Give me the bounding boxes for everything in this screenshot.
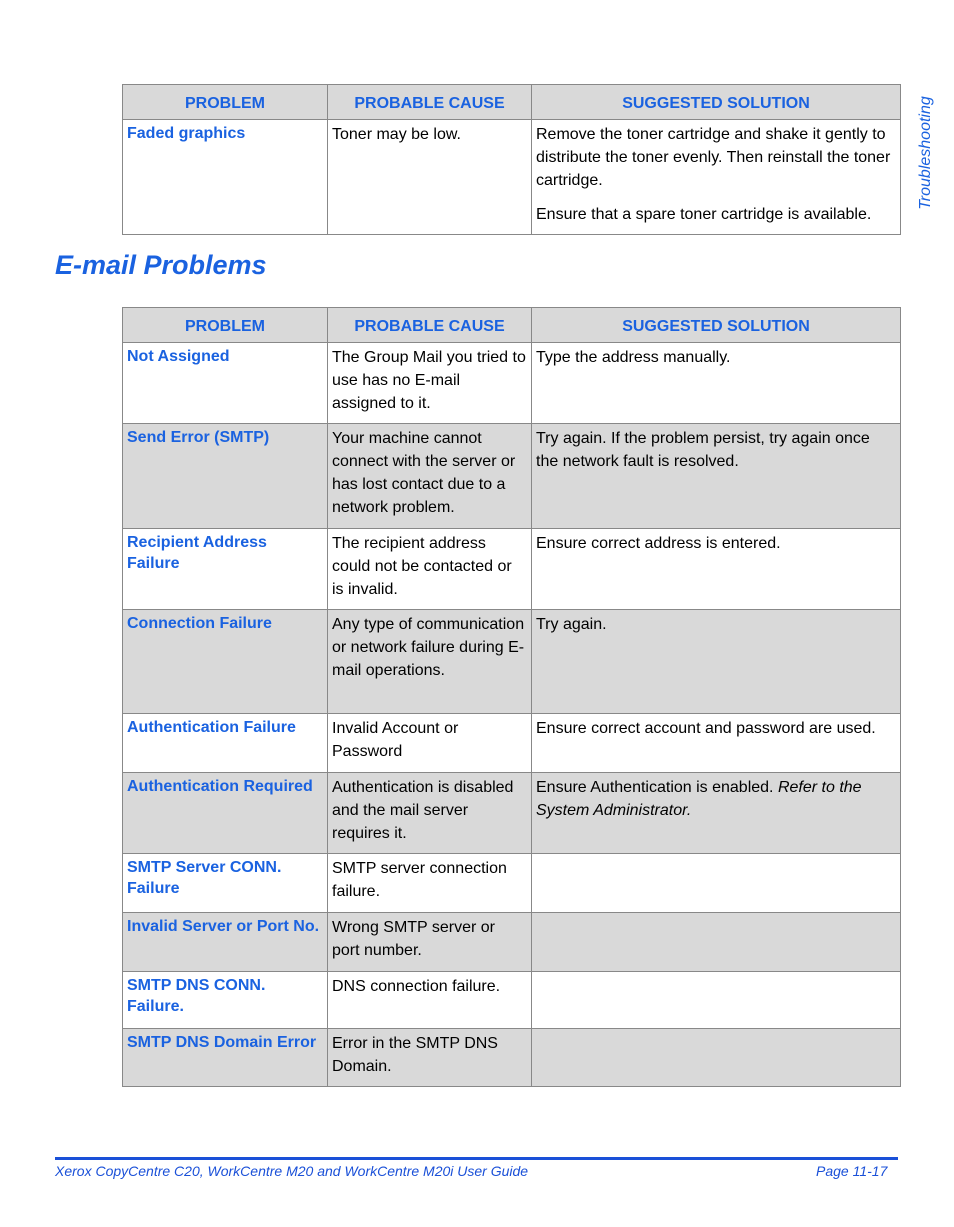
problem-cell: Authentication Failure — [122, 713, 328, 773]
table-row: Invalid Server or Port No. Wrong SMTP se… — [122, 912, 901, 972]
problem-cell: Faded graphics — [122, 119, 328, 235]
table-row: Faded graphics Toner may be low. Remove … — [122, 119, 901, 235]
solution-cell — [531, 971, 901, 1029]
problem-cell: SMTP DNS Domain Error — [122, 1028, 328, 1087]
solution-cell: Ensure correct account and password are … — [531, 713, 901, 773]
cause-cell: The Group Mail you tried to use has no E… — [327, 342, 532, 424]
cause-cell: Error in the SMTP DNS Domain. — [327, 1028, 532, 1087]
solution-cell: Ensure correct address is entered. — [531, 528, 901, 610]
problem-cell: Send Error (SMTP) — [122, 423, 328, 529]
problem-cell: Recipient Address Failure — [122, 528, 328, 610]
header-probable-cause: PROBABLE CAUSE — [327, 307, 532, 343]
header-suggested-solution: SUGGESTED SOLUTION — [531, 84, 901, 120]
solution-cell — [531, 912, 901, 972]
cause-cell: Your machine cannot connect with the ser… — [327, 423, 532, 529]
cause-cell: SMTP server connection failure. — [327, 853, 532, 913]
section-title: E-mail Problems — [55, 250, 267, 280]
problem-cell: Connection Failure — [122, 609, 328, 714]
problem-cell: SMTP Server CONN. Failure — [122, 853, 328, 913]
table-header-row: PROBLEM PROBABLE CAUSE SUGGESTED SOLUTIO… — [122, 84, 901, 120]
table-row: Send Error (SMTP) Your machine cannot co… — [122, 423, 901, 529]
solution-paragraph: Ensure that a spare toner cartridge is a… — [536, 206, 872, 223]
cause-cell: Any type of communication or network fai… — [327, 609, 532, 714]
table-header-row: PROBLEM PROBABLE CAUSE SUGGESTED SOLUTIO… — [122, 307, 901, 343]
solution-cell — [531, 853, 901, 913]
table-row: SMTP DNS Domain Error Error in the SMTP … — [122, 1028, 901, 1087]
header-problem: PROBLEM — [122, 307, 328, 343]
table-row: Authentication Failure Invalid Account o… — [122, 713, 901, 773]
solution-text: Ensure Authentication is enabled. — [536, 779, 774, 796]
cause-cell: Toner may be low. — [327, 119, 532, 235]
problem-cell: Authentication Required — [122, 772, 328, 854]
cause-cell: Wrong SMTP server or port number. — [327, 912, 532, 972]
problem-cell: Invalid Server or Port No. — [122, 912, 328, 972]
cause-cell: DNS connection failure. — [327, 971, 532, 1029]
chapter-side-tab-label: Troubleshooting — [917, 96, 934, 210]
cause-cell: Authentication is disabled and the mail … — [327, 772, 532, 854]
table-row: SMTP Server CONN. Failure SMTP server co… — [122, 853, 901, 913]
header-suggested-solution: SUGGESTED SOLUTION — [531, 307, 901, 343]
table-row: Recipient Address Failure The recipient … — [122, 528, 901, 610]
solution-cell: Try again. — [531, 609, 901, 714]
table-row: SMTP DNS CONN. Failure. DNS connection f… — [122, 971, 901, 1029]
footer-guide-title: Xerox CopyCentre C20, WorkCentre M20 and… — [55, 1163, 529, 1179]
chapter-side-tab: Troubleshooting — [913, 83, 939, 223]
table-row: Connection Failure Any type of communica… — [122, 609, 901, 714]
solution-cell: Ensure Authentication is enabled. Refer … — [531, 772, 901, 854]
solution-cell: Try again. If the problem persist, try a… — [531, 423, 901, 529]
problem-cell: SMTP DNS CONN. Failure. — [122, 971, 328, 1029]
solution-cell: Type the address manually. — [531, 342, 901, 424]
solution-paragraph: Remove the toner cartridge and shake it … — [536, 126, 891, 189]
print-quality-table: PROBLEM PROBABLE CAUSE SUGGESTED SOLUTIO… — [122, 84, 901, 235]
footer-divider — [55, 1157, 898, 1160]
problem-cell: Not Assigned — [122, 342, 328, 424]
header-probable-cause: PROBABLE CAUSE — [327, 84, 532, 120]
email-problems-table: PROBLEM PROBABLE CAUSE SUGGESTED SOLUTIO… — [122, 307, 901, 1087]
header-problem: PROBLEM — [122, 84, 328, 120]
footer-page-number: Page 11-17 — [816, 1163, 888, 1179]
cause-cell: Invalid Account or Password — [327, 713, 532, 773]
solution-cell — [531, 1028, 901, 1087]
cause-cell: The recipient address could not be conta… — [327, 528, 532, 610]
table-row: Not Assigned The Group Mail you tried to… — [122, 342, 901, 424]
table-row: Authentication Required Authentication i… — [122, 772, 901, 854]
solution-cell: Remove the toner cartridge and shake it … — [531, 119, 901, 235]
